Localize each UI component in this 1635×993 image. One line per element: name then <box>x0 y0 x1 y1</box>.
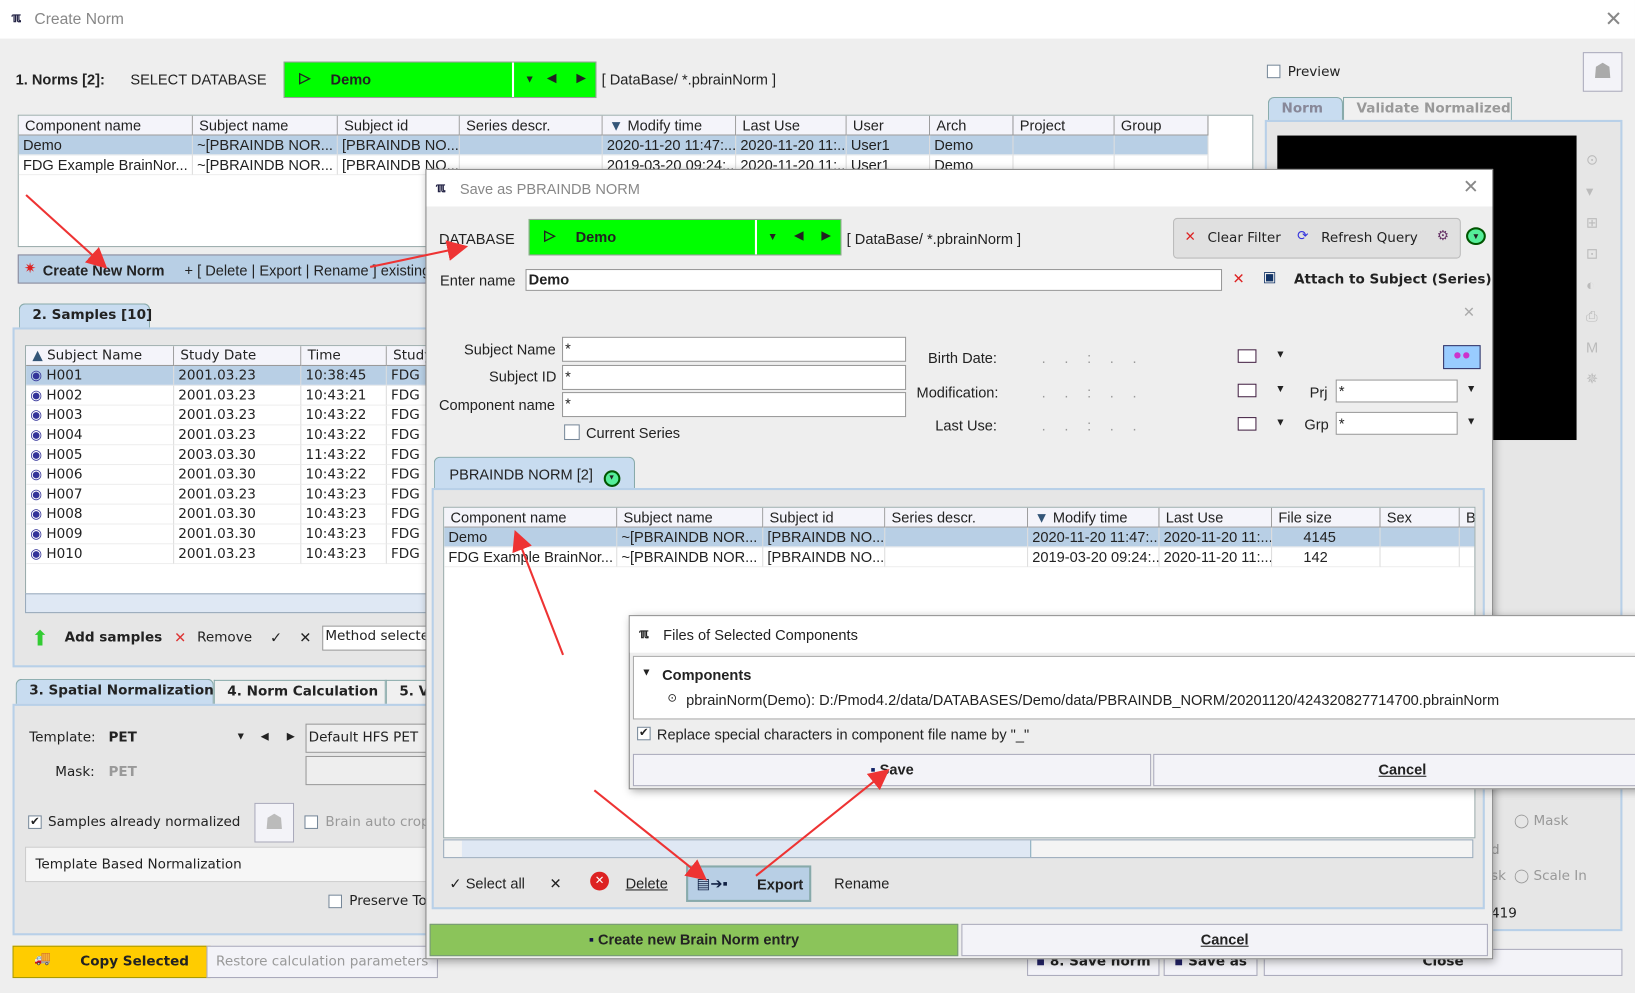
arrow <box>755 768 890 877</box>
arrow <box>369 240 469 268</box>
annotation-arrows <box>25 194 890 881</box>
arrow <box>512 529 565 656</box>
arrow <box>593 789 708 881</box>
arrow <box>25 194 108 269</box>
